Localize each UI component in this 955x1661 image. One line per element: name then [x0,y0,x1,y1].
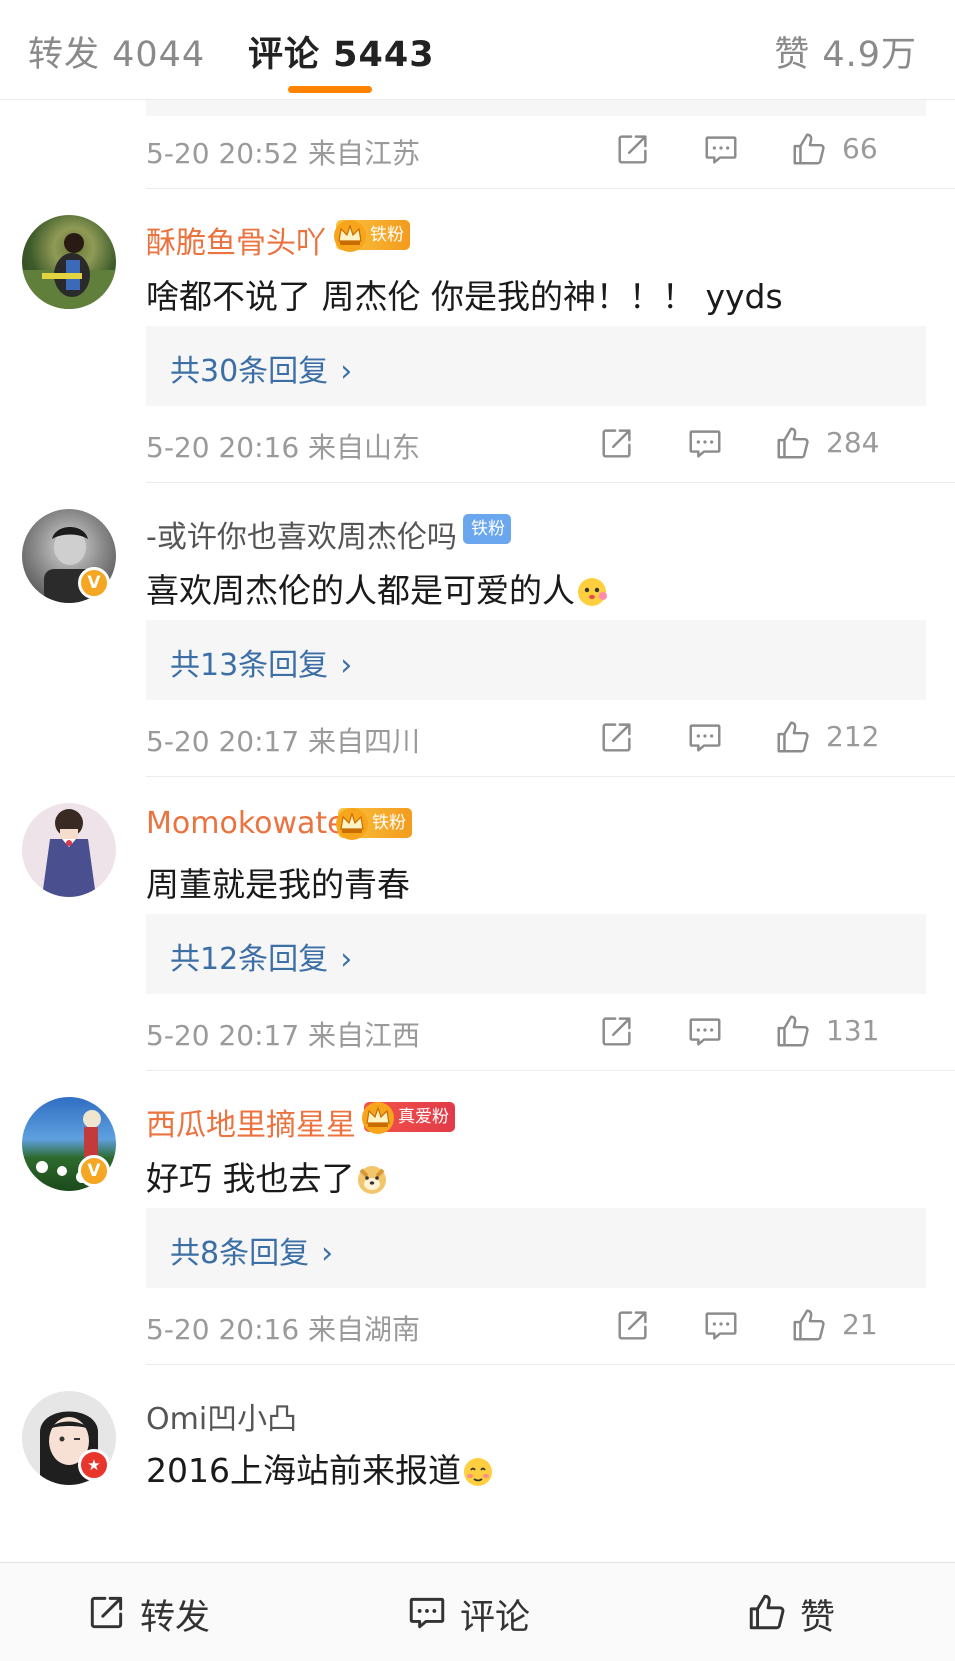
fan-badge: 铁粉 [463,514,511,544]
bottom-action-bar: 转发 评论 赞 [0,1562,955,1661]
comment-meta: 5-20 20:16 来自湖南 [146,1313,421,1346]
repost-button[interactable]: 转发 [86,1589,226,1638]
thumbs-up-icon [746,1591,788,1633]
like-count: 21 [842,1308,878,1341]
reply-box[interactable]: 共30条回复 › [146,326,926,406]
thumbs-up-icon[interactable] [774,1012,812,1050]
fan-badge: 铁粉 [336,220,410,250]
share-icon[interactable] [614,1306,652,1344]
thumbs-up-icon[interactable] [774,424,812,462]
comment-icon[interactable] [686,718,724,756]
divider [146,482,955,483]
comment-text: 啥都不说了 周杰伦 你是我的神！！！ yyds [146,277,783,316]
comment-label: 评论 [460,1598,531,1638]
tab-bar: 转发 4044 评论 5443 赞 4.9万 [0,0,955,100]
doge-emoji [357,1166,386,1194]
comment-icon[interactable] [702,1306,740,1344]
comment-meta: 5-20 20:16 来自山东 [146,431,421,464]
divider [146,1364,955,1365]
like-count: 66 [842,132,878,165]
chevron-right-icon: › [340,648,353,683]
comment-text: 2016上海站前来报道 [146,1444,495,1492]
avatar[interactable] [22,803,116,897]
reply-count-link[interactable]: 共12条回复 › [170,934,352,978]
username[interactable]: Momokowate [146,806,346,841]
reply-count-link[interactable]: 共8条回复 › [170,1228,333,1272]
comment-button[interactable]: 评论 [406,1589,546,1638]
fan-badge: 铁粉 [338,808,412,838]
chevron-right-icon: › [340,354,353,389]
comment-meta: 5-20 20:17 来自四川 [146,725,421,758]
comment-meta-row: 5-20 20:16 来自山东 284 [146,418,926,468]
crown-icon [330,214,370,254]
reply-box-partial[interactable] [146,100,926,116]
repost-label: 转发 [140,1598,211,1638]
fan-badge: 真爱粉 [364,1102,455,1132]
divider [146,188,955,189]
comment-icon [406,1591,448,1633]
share-icon[interactable] [598,1012,636,1050]
comment-meta: 5-20 20:17 来自江西 [146,1019,421,1052]
like-count: 284 [826,426,880,459]
comment-meta-row: 5-20 20:16 来自湖南 21 [146,1300,926,1350]
comment-meta-row: 5-20 20:17 来自江西 131 [146,1006,926,1056]
thumbs-up-icon[interactable] [774,718,812,756]
comment-icon[interactable] [686,1012,724,1050]
comment-icon[interactable] [686,424,724,462]
crown-icon [358,1096,398,1136]
share-icon[interactable] [614,130,652,168]
tab-repost[interactable]: 转发 4044 [28,26,205,77]
reply-box[interactable]: 共12条回复 › [146,914,926,994]
reply-count-link[interactable]: 共13条回复 › [170,640,352,684]
share-icon [86,1591,128,1633]
comment-meta: 5-20 20:52 来自江苏 [146,137,421,170]
like-count: 212 [826,720,880,753]
comment-icon[interactable] [702,130,740,168]
thumbs-up-icon[interactable] [790,130,828,168]
comment-text: 好巧 我也去了 [146,1152,389,1200]
tab-comments[interactable]: 评论 5443 [248,26,435,77]
comment-text: 喜欢周杰伦的人都是可爱的人 [146,564,609,612]
like-count: 131 [826,1014,880,1047]
comment-meta-row: 5-20 20:17 来自四川 212 [146,712,926,762]
divider [146,776,955,777]
reply-count-link[interactable]: 共30条回复 › [170,346,352,390]
chevron-right-icon: › [340,942,353,977]
reply-box[interactable]: 共13条回复 › [146,620,926,700]
username[interactable]: Omi凹小凸 [146,1394,297,1438]
username[interactable]: -或许你也喜欢周杰伦吗 [146,512,457,556]
comment-text: 周董就是我的青春 [146,865,410,904]
username[interactable]: 西瓜地里摘星星 [146,1100,356,1144]
verified-v-icon: V [78,567,110,599]
share-icon[interactable] [598,424,636,462]
comment-meta-row: 5-20 20:52 来自江苏 66 [146,124,926,174]
divider [146,1070,955,1071]
like-label: 赞 [800,1598,836,1638]
star-badge-icon: ★ [78,1449,110,1481]
active-tab-indicator [288,86,372,93]
verified-v-icon: V [78,1155,110,1187]
thumbs-up-icon[interactable] [790,1306,828,1344]
username[interactable]: 酥脆鱼骨头吖 [146,218,326,262]
shy-face-emoji [463,1458,492,1486]
cute-face-emoji [578,578,607,606]
avatar[interactable] [22,215,116,309]
tab-likes[interactable]: 赞 4.9万 [774,26,917,77]
like-button[interactable]: 赞 [746,1589,856,1638]
share-icon[interactable] [598,718,636,756]
crown-icon [332,802,372,842]
reply-box[interactable]: 共8条回复 › [146,1208,926,1288]
chevron-right-icon: › [321,1236,334,1271]
